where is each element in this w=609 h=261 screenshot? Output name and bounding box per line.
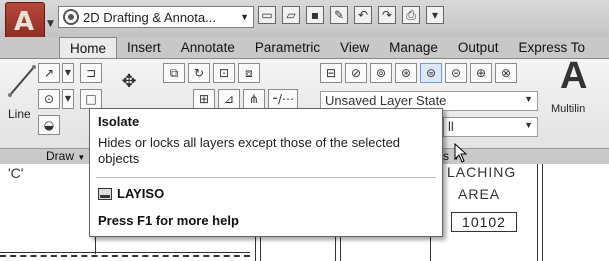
layer-properties-icon[interactable]: ⊟	[320, 63, 342, 83]
wall-line	[542, 164, 543, 261]
layer-match-icon[interactable]: ⊕	[470, 63, 492, 83]
line-tool-label: Line	[8, 107, 31, 121]
rectangle-icon[interactable]: □	[80, 89, 102, 109]
plot-icon[interactable]: ⎙	[402, 6, 420, 24]
layer-off-icon[interactable]: ⊚	[370, 63, 392, 83]
copy-icon[interactable]: ⧉	[163, 63, 185, 83]
gear-icon	[63, 9, 79, 25]
layer-lock-icon[interactable]: ⊗	[495, 63, 517, 83]
save-icon[interactable]: ▪	[306, 6, 324, 24]
new-icon[interactable]: ▭	[258, 6, 276, 24]
layer-dropdown[interactable]: ll ▼	[443, 117, 538, 137]
room-name-line-2: AREA	[458, 186, 501, 202]
tab-output[interactable]: Output	[448, 37, 509, 58]
chevron-down-icon: ▼	[47, 19, 54, 29]
autocad-logo-icon: A	[5, 2, 45, 42]
chevron-down-icon: ▼	[524, 120, 533, 130]
tooltip-description: Hides or locks all layers except those o…	[98, 135, 401, 166]
open-icon[interactable]: ▱	[282, 6, 300, 24]
mouse-pointer-icon	[454, 143, 468, 163]
tooltip-command: LAYISO	[117, 186, 165, 201]
layer-isolate-icon[interactable]: ⊜	[420, 63, 442, 83]
scale-icon[interactable]: ⊿	[218, 89, 240, 109]
layer-icon[interactable]: ⊘	[345, 63, 367, 83]
arc-icon[interactable]: ◒	[38, 115, 60, 135]
chevron-down-icon[interactable]: ▼	[62, 63, 74, 83]
tooltip-divider	[96, 177, 436, 178]
undo-icon[interactable]: ↶	[354, 6, 372, 24]
workspace-label: 2D Drafting & Annota...	[83, 9, 216, 25]
ribbon-tabs: Home Insert Annotate Parametric View Man…	[59, 37, 595, 58]
tab-manage[interactable]: Manage	[379, 37, 448, 58]
layer-unisolate-icon[interactable]: ⊝	[445, 63, 467, 83]
tooltip-title: Isolate	[98, 114, 140, 129]
wall-line	[0, 252, 250, 253]
chevron-down-icon: ▼	[240, 12, 249, 22]
save-as-icon[interactable]: ✎	[330, 6, 348, 24]
tooltip: Isolate Hides or locks all layers except…	[89, 108, 443, 237]
tab-insert[interactable]: Insert	[117, 37, 171, 58]
workspace-dropdown[interactable]: 2D Drafting & Annota... ▼	[58, 6, 254, 28]
draw-panel-title[interactable]: Draw ▼	[46, 149, 85, 163]
room-number-tag: 10102	[451, 212, 517, 232]
dashed-line	[0, 255, 250, 257]
mirror-icon[interactable]: ⊞	[193, 89, 215, 109]
trim-icon[interactable]: ⊡	[213, 63, 235, 83]
tab-parametric[interactable]: Parametric	[245, 37, 330, 58]
tooltip-help: Press F1 for more help	[98, 213, 239, 228]
line-tool-icon[interactable]	[6, 63, 38, 99]
text-tool-icon[interactable]: A	[560, 55, 587, 98]
room-name-line-1: LACHING	[447, 164, 517, 180]
redo-icon[interactable]: ↷	[378, 6, 396, 24]
draw-panel-label: Draw	[46, 149, 75, 163]
tab-home[interactable]: Home	[59, 37, 118, 58]
command-icon	[98, 188, 112, 200]
chevron-down-icon: ▼	[77, 153, 86, 162]
multiline-text-label[interactable]: Multilin	[551, 103, 585, 115]
rotate-icon[interactable]: ↻	[188, 63, 210, 83]
layer-state-label: Unsaved Layer State	[325, 93, 447, 108]
tab-annotate[interactable]: Annotate	[171, 37, 245, 58]
chevron-down-icon[interactable]: ▼	[62, 89, 74, 109]
polyline-icon[interactable]: ↗	[38, 63, 60, 83]
tab-view[interactable]: View	[330, 37, 379, 58]
drawing-label: 'C'	[8, 165, 24, 181]
quick-access-icons: ▭ ▱ ▪ ✎ ↶ ↷ ⎙ ▾	[258, 6, 444, 24]
explode-icon[interactable]: ⁃/⋯	[268, 89, 298, 109]
fillet-icon[interactable]: ⊐	[80, 63, 102, 83]
circle-icon[interactable]: ⊙	[38, 89, 60, 109]
layers-panel-label: s	[443, 149, 449, 163]
array-icon[interactable]: ⋔	[243, 89, 265, 109]
layer-dropdown-label: ll	[448, 119, 454, 134]
layer-freeze-icon[interactable]: ⊛	[395, 63, 417, 83]
wall-line	[537, 164, 538, 261]
stretch-icon[interactable]: ⧈	[238, 63, 260, 83]
chevron-down-icon: ▼	[524, 94, 533, 104]
move-icon[interactable]: ✥	[118, 73, 140, 93]
customize-icon[interactable]: ▾	[426, 6, 444, 24]
